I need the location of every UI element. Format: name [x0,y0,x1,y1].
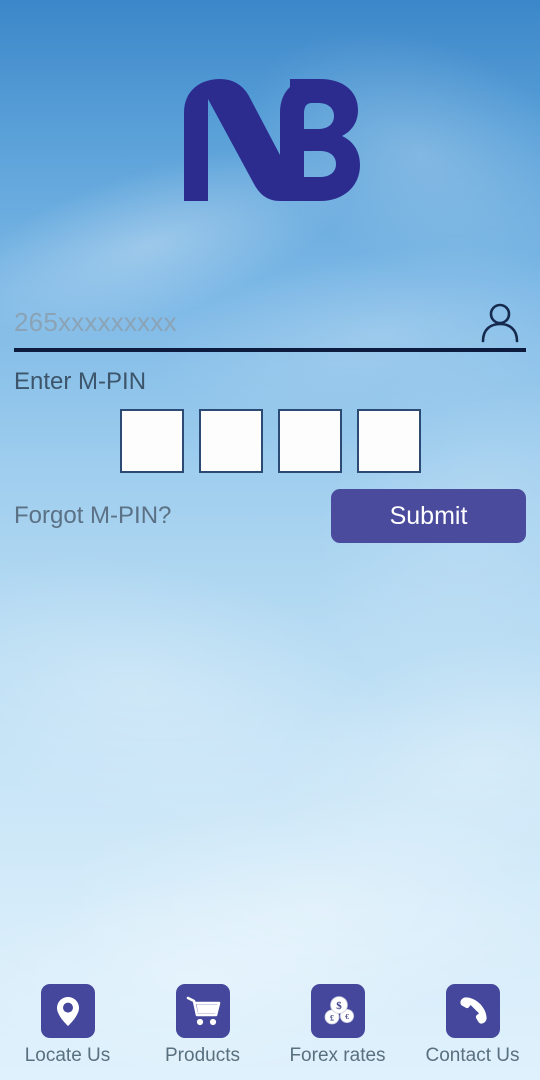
nav-label: Forex rates [289,1044,386,1066]
nav-item-contact-us[interactable]: Contact Us [405,983,540,1067]
mpin-digit-2[interactable] [199,409,263,473]
mpin-input-group[interactable] [120,409,421,473]
coins-icon: £ € $ [310,983,365,1038]
nav-label: Products [165,1044,240,1066]
cloud-wisp [0,510,412,870]
nav-item-products[interactable]: Products [135,983,270,1067]
phone-number-input[interactable] [14,299,478,345]
phone-number-field[interactable] [14,296,526,352]
map-pin-icon [40,983,95,1038]
bottom-navigation-bar: Locate Us Products £ € $ Forex rates Con… [0,970,540,1080]
mpin-digit-3[interactable] [278,409,342,473]
nb-monogram-logo [0,72,540,207]
mpin-label: Enter M-PIN [14,368,147,395]
user-icon[interactable] [478,300,522,344]
nav-item-locate-us[interactable]: Locate Us [0,983,135,1067]
svg-text:€: € [345,1012,349,1021]
shopping-cart-icon [175,983,230,1038]
cloud-wisp [247,592,540,928]
svg-text:$: $ [336,1000,342,1012]
svg-text:£: £ [330,1013,334,1022]
submit-button[interactable]: Submit [331,489,526,543]
nav-label: Contact Us [425,1044,520,1066]
nav-item-forex-rates[interactable]: £ € $ Forex rates [270,983,405,1067]
mpin-digit-4[interactable] [357,409,421,473]
mpin-digit-1[interactable] [120,409,184,473]
login-screen: Enter M-PIN Forgot M-PIN? Submit Locate … [0,0,540,1080]
phone-icon [445,983,500,1038]
forgot-mpin-link[interactable]: Forgot M-PIN? [14,502,171,530]
nav-label: Locate Us [24,1044,111,1066]
